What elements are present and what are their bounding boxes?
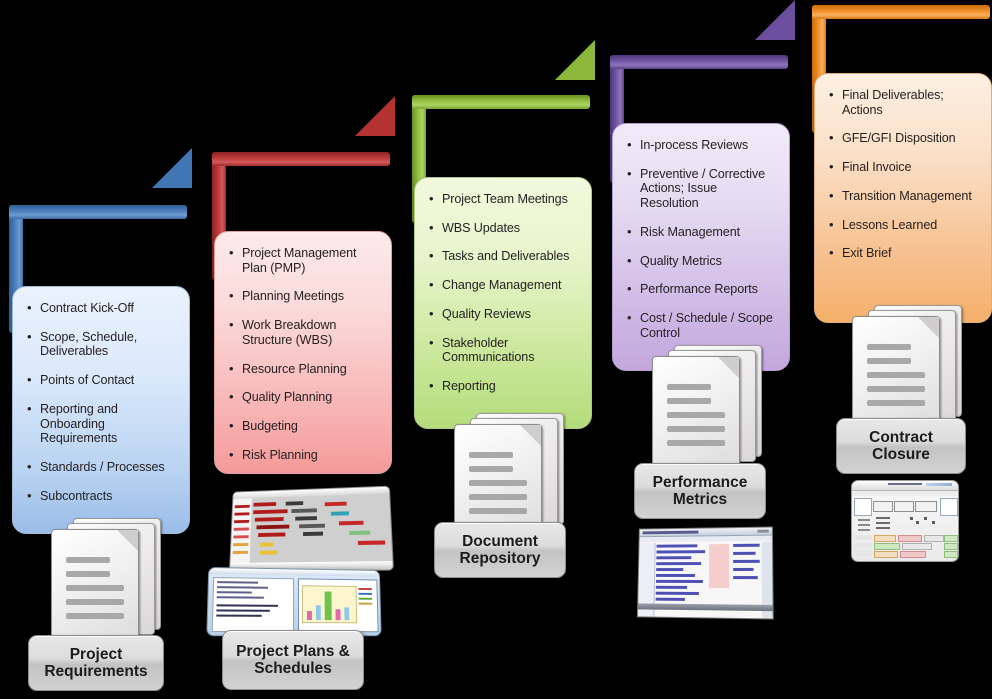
doc-text-line — [66, 613, 124, 619]
list-item: Final Invoice — [829, 159, 979, 175]
phase-caption-performance-metrics[interactable]: Performance Metrics — [634, 463, 766, 519]
document-stack-icon — [45, 518, 165, 644]
caption-label: Contract Closure — [869, 428, 933, 463]
list-item: Preventive / Corrective Actions; Issue R… — [627, 166, 777, 211]
bracket-arrowhead-icon — [355, 96, 395, 136]
doc-text-line — [667, 384, 711, 390]
phase-panel-project-requirements: Contract Kick-Off Scope, Schedule, Deliv… — [12, 286, 190, 534]
bracket-horizontal-arm — [212, 152, 390, 166]
list-item: WBS Updates — [429, 220, 579, 236]
list-item: Risk Planning — [229, 447, 379, 463]
doc-sheet-front — [51, 529, 139, 641]
doc-text-line — [469, 466, 513, 472]
list-item: Points of Contact — [27, 372, 177, 388]
list-item: Resource Planning — [229, 361, 379, 377]
phase-item-list: Contract Kick-Off Scope, Schedule, Deliv… — [13, 287, 189, 516]
doc-text-line — [867, 400, 925, 406]
list-item: Risk Management — [627, 224, 777, 240]
caption-label: Project Plans & Schedules — [236, 642, 350, 677]
doc-text-line — [867, 344, 911, 350]
doc-text-line — [667, 398, 711, 404]
phase-panel-performance-metrics: In-process Reviews Preventive / Correcti… — [612, 123, 790, 371]
phase-item-list: Final Deliverables; Actions GFE/GFI Disp… — [815, 74, 991, 273]
doc-text-line — [66, 557, 110, 563]
list-item: Project Management Plan (PMP) — [229, 245, 379, 275]
page-fold-corner-icon — [117, 530, 138, 551]
list-item: Exit Brief — [829, 245, 979, 261]
doc-text-line — [667, 440, 725, 446]
document-stack-icon — [646, 345, 766, 471]
list-item: GFE/GFI Disposition — [829, 130, 979, 146]
list-item: Quality Reviews — [429, 306, 579, 322]
doc-text-line — [469, 494, 527, 500]
bracket-horizontal-arm — [9, 205, 187, 219]
bracket-horizontal-arm — [610, 55, 788, 69]
doc-text-line — [469, 452, 513, 458]
phase-caption-document-repository[interactable]: Document Repository — [434, 522, 566, 578]
caption-label: Performance Metrics — [652, 473, 748, 508]
list-item: Project Team Meetings — [429, 191, 579, 207]
schedule-dashboard-thumbnail — [206, 566, 382, 637]
list-item: Standards / Processes — [27, 459, 177, 475]
list-item: Reporting and Onboarding Requirements — [27, 401, 177, 446]
page-fold-corner-icon — [918, 317, 939, 338]
list-item: Budgeting — [229, 418, 379, 434]
bracket-horizontal-arm — [412, 95, 590, 109]
list-item: Planning Meetings — [229, 288, 379, 304]
page-fold-corner-icon — [520, 425, 541, 446]
phase-item-list: Project Management Plan (PMP) Planning M… — [215, 232, 391, 473]
list-item: Tasks and Deliverables — [429, 248, 579, 264]
list-item: Performance Reports — [627, 281, 777, 297]
list-item: Quality Planning — [229, 389, 379, 405]
doc-text-line — [469, 480, 527, 486]
list-item: Scope, Schedule, Deliverables — [27, 329, 177, 359]
doc-text-line — [66, 599, 124, 605]
doc-sheet-front — [652, 356, 740, 468]
list-item: Cost / Schedule / Scope Control — [627, 310, 777, 340]
doc-sheet-front — [852, 316, 940, 428]
page-fold-corner-icon — [718, 357, 739, 378]
doc-text-line — [66, 571, 110, 577]
bracket-arrowhead-icon — [755, 0, 795, 40]
phase-panel-project-plans-schedules: Project Management Plan (PMP) Planning M… — [214, 231, 392, 474]
list-item: Quality Metrics — [627, 253, 777, 269]
doc-text-line — [667, 412, 725, 418]
bracket-arrowhead-icon — [555, 40, 595, 80]
phase-panel-contract-closure: Final Deliverables; Actions GFE/GFI Disp… — [814, 73, 992, 323]
document-stack-icon — [846, 305, 966, 431]
list-item: Contract Kick-Off — [27, 300, 177, 316]
list-item: Subcontracts — [27, 488, 177, 504]
gantt-chart-thumbnail — [229, 485, 394, 572]
caption-label: Project Requirements — [44, 645, 148, 680]
phase-panel-document-repository: Project Team Meetings WBS Updates Tasks … — [414, 177, 592, 429]
list-item: Final Deliverables; Actions — [829, 87, 979, 117]
doc-text-line — [867, 372, 925, 378]
doc-sheet-front — [454, 424, 542, 536]
bracket-arrowhead-icon — [152, 148, 192, 188]
phase-caption-contract-closure[interactable]: Contract Closure — [836, 418, 966, 474]
list-item: Stakeholder Communications — [429, 335, 579, 365]
caption-label: Document Repository — [459, 532, 541, 567]
doc-text-line — [867, 386, 925, 392]
phase-item-list: In-process Reviews Preventive / Correcti… — [613, 124, 789, 353]
phase-item-list: Project Team Meetings WBS Updates Tasks … — [415, 178, 591, 406]
doc-text-line — [469, 508, 527, 514]
bracket-horizontal-arm — [812, 5, 990, 19]
phase-caption-project-plans-schedules[interactable]: Project Plans & Schedules — [222, 630, 364, 690]
list-item: Work Breakdown Structure (WBS) — [229, 317, 379, 347]
document-stack-icon — [448, 413, 568, 539]
doc-text-line — [867, 358, 911, 364]
doc-text-line — [66, 585, 124, 591]
spreadsheet-thumbnail — [636, 526, 774, 620]
process-diagram-thumbnail — [851, 480, 959, 562]
diagram-canvas: Contract Kick-Off Scope, Schedule, Deliv… — [0, 0, 992, 699]
list-item: Reporting — [429, 378, 579, 394]
list-item: Lessons Learned — [829, 217, 979, 233]
doc-text-line — [667, 426, 725, 432]
phase-caption-project-requirements[interactable]: Project Requirements — [28, 635, 164, 691]
list-item: Change Management — [429, 277, 579, 293]
list-item: Transition Management — [829, 188, 979, 204]
list-item: In-process Reviews — [627, 137, 777, 153]
